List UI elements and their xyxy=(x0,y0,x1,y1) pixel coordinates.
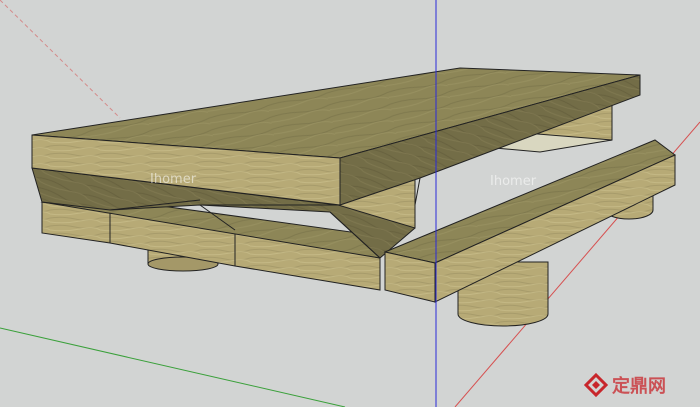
watermark-right: Ihomer xyxy=(490,174,537,189)
diamond-house-logo-icon xyxy=(583,372,609,398)
red-axis-dashed-line xyxy=(0,0,121,119)
model-canvas[interactable]: Ihomer Ihomer 定鼎网 xyxy=(0,0,700,407)
sketchup-viewport[interactable]: Ihomer Ihomer 定鼎网 xyxy=(0,0,700,407)
green-axis-line xyxy=(0,327,346,407)
brand-name: 定鼎网 xyxy=(612,375,666,397)
watermark-left: Ihomer xyxy=(150,172,197,187)
